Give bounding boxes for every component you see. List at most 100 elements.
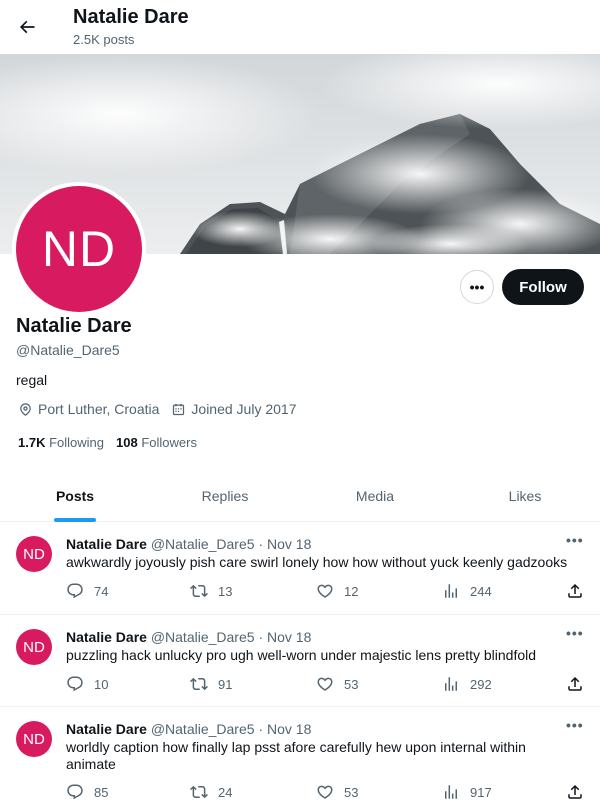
like-count: 53	[344, 784, 359, 800]
tweet-author-name[interactable]: Natalie Dare	[66, 629, 147, 645]
tab-label: Media	[355, 487, 395, 504]
header-posts-count: 2.5K posts	[73, 32, 135, 47]
heart-icon	[317, 677, 333, 691]
like-count: 12	[344, 583, 359, 599]
tweet-author-handle: @Natalie_Dare5	[150, 536, 255, 552]
tab-posts[interactable]: Posts	[0, 470, 150, 522]
views-button[interactable]: 917	[442, 783, 492, 800]
tweet[interactable]: ND Natalie Dare @Natalie_Dare5 · Nov 18 …	[0, 615, 600, 707]
share-icon	[568, 676, 582, 691]
back-button[interactable]	[14, 14, 40, 40]
reply-icon	[67, 583, 83, 599]
views-count: 292	[470, 676, 492, 692]
followers-count: 108	[116, 435, 138, 450]
following-link[interactable]: 1.7K Following	[18, 435, 104, 450]
heart-icon	[317, 785, 333, 799]
header-title: Natalie Dare	[73, 6, 189, 28]
tweet-text: awkwardly joyously pish care swirl lonel…	[66, 554, 568, 570]
tab-media[interactable]: Media	[300, 470, 450, 521]
profile-name: Natalie Dare	[16, 315, 132, 337]
tab-likes[interactable]: Likes	[450, 470, 600, 521]
retweet-button[interactable]: 13	[190, 582, 232, 600]
follow-button[interactable]: Follow	[502, 269, 584, 305]
tab-label: Replies	[201, 487, 249, 504]
tweet-separator: ·	[258, 629, 264, 645]
profile-location-text: Port Luther, Croatia	[38, 401, 160, 417]
reply-icon	[67, 676, 83, 692]
reply-count: 85	[94, 784, 109, 800]
profile-avatar[interactable]: ND	[12, 182, 146, 316]
heart-icon	[317, 584, 333, 598]
calendar-icon	[173, 403, 185, 415]
share-button[interactable]	[566, 582, 594, 600]
like-button[interactable]: 53	[316, 675, 358, 693]
tab-replies[interactable]: Replies	[150, 470, 300, 521]
tweet-date[interactable]: Nov 18	[267, 536, 311, 552]
tweet-separator: ·	[258, 536, 264, 552]
views-count: 244	[470, 583, 492, 599]
retweet-count: 24	[218, 784, 233, 800]
views-icon	[445, 584, 457, 598]
views-button[interactable]: 292	[442, 675, 492, 693]
share-button[interactable]	[566, 783, 594, 800]
tweet[interactable]: ND Natalie Dare @Natalie_Dare5 · Nov 18 …	[0, 707, 600, 800]
views-icon	[445, 785, 457, 799]
profile-location: Port Luther, Croatia	[18, 401, 159, 417]
tweet-author-handle: @Natalie_Dare5	[150, 721, 255, 737]
profile-handle: @Natalie_Dare5	[16, 342, 120, 358]
reply-button[interactable]: 10	[66, 675, 108, 693]
tweet-more-button[interactable]: •••	[566, 532, 584, 548]
reply-count: 10	[94, 676, 109, 692]
tweet-author-name[interactable]: Natalie Dare	[66, 536, 147, 552]
tweet-text: puzzling hack unlucky pro ugh well-worn …	[66, 647, 537, 663]
profile-joined: Joined July 2017	[171, 401, 296, 417]
share-icon	[568, 784, 582, 799]
like-button[interactable]: 53	[316, 783, 358, 800]
tweet-more-button[interactable]: •••	[566, 717, 584, 733]
tweet-author-name[interactable]: Natalie Dare	[66, 721, 147, 737]
tweet-avatar[interactable]: ND	[16, 629, 52, 665]
reply-button[interactable]: 74	[66, 582, 108, 600]
reply-button[interactable]: 85	[66, 783, 108, 800]
share-icon	[568, 583, 582, 598]
map-pin-icon	[20, 402, 31, 416]
tweet-avatar[interactable]: ND	[16, 721, 52, 757]
tweet-text: worldly caption how finally lap psst afo…	[66, 739, 526, 772]
arrow-left-icon	[19, 20, 35, 34]
retweet-button[interactable]: 91	[190, 675, 232, 693]
profile-joined-text: Joined July 2017	[191, 401, 297, 417]
tweet-date[interactable]: Nov 18	[267, 721, 311, 737]
followers-label: Followers	[141, 435, 197, 450]
tweet-header: Natalie Dare @Natalie_Dare5 · Nov 18	[66, 721, 311, 737]
tweet-actions: 74 13 12 244	[66, 582, 586, 602]
tweet-header: Natalie Dare @Natalie_Dare5 · Nov 18	[66, 536, 311, 552]
tweet[interactable]: ND Natalie Dare @Natalie_Dare5 · Nov 18 …	[0, 522, 600, 615]
following-count: 1.7K	[18, 435, 46, 450]
tweet-header: Natalie Dare @Natalie_Dare5 · Nov 18	[66, 629, 311, 645]
following-label: Following	[49, 435, 105, 450]
tab-label: Likes	[508, 487, 542, 504]
profile-avatar-initials: ND	[16, 186, 142, 312]
tweet-more-button[interactable]: •••	[566, 625, 584, 641]
tab-label: Posts	[55, 487, 95, 504]
tweet-author-handle: @Natalie_Dare5	[150, 629, 255, 645]
tweet-actions: 10 91 53 292	[66, 675, 586, 695]
profile-bio: regal	[16, 372, 48, 388]
profile-stats: 1.7K Following 108 Followers	[18, 435, 209, 450]
more-options-button[interactable]: •••	[460, 270, 494, 304]
top-bar: Natalie Dare 2.5K posts	[0, 0, 600, 54]
retweet-count: 13	[218, 583, 233, 599]
tweet-avatar[interactable]: ND	[16, 536, 52, 572]
tweet-date[interactable]: Nov 18	[267, 629, 311, 645]
reply-count: 74	[94, 583, 109, 599]
tweet-actions: 85 24 53 917	[66, 783, 586, 800]
reply-icon	[67, 784, 83, 800]
retweet-button[interactable]: 24	[190, 783, 232, 800]
views-button[interactable]: 244	[442, 582, 492, 600]
views-count: 917	[470, 784, 492, 800]
share-button[interactable]	[566, 675, 594, 693]
like-button[interactable]: 12	[316, 582, 358, 600]
like-count: 53	[344, 676, 359, 692]
followers-link[interactable]: 108 Followers	[116, 435, 197, 450]
profile-tabs: Posts Replies Media Likes	[0, 470, 600, 522]
